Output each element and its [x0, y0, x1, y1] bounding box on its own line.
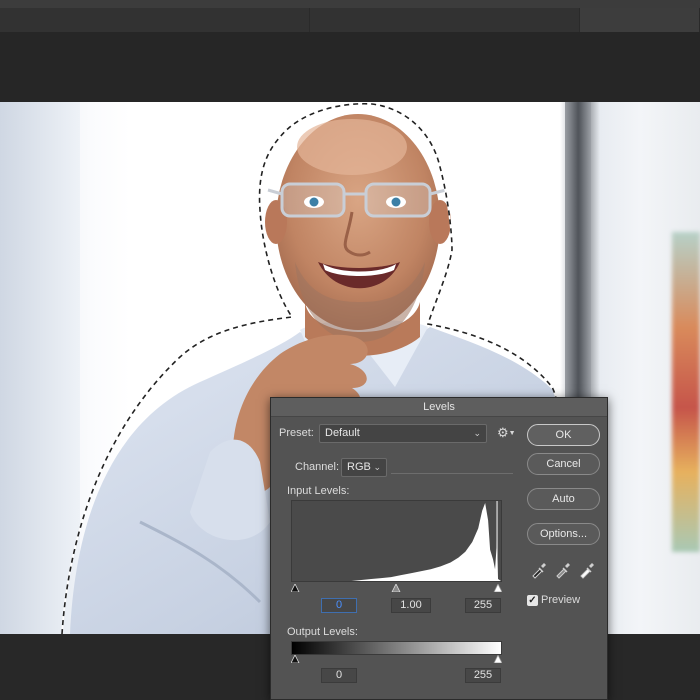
application-bar: [0, 0, 700, 8]
input-levels-slider[interactable]: [291, 584, 502, 592]
channel-label: Channel:: [295, 461, 340, 473]
channel-select[interactable]: RGB ⌄: [341, 458, 387, 477]
document-tab[interactable]: [0, 8, 310, 32]
input-levels-label: Input Levels:: [287, 485, 350, 497]
options-button[interactable]: Options...: [527, 523, 600, 545]
document-tab[interactable]: [310, 8, 580, 32]
preview-label: Preview: [541, 594, 581, 606]
ok-button[interactable]: OK: [527, 424, 600, 446]
cancel-button[interactable]: Cancel: [527, 453, 600, 475]
output-levels-slider[interactable]: [291, 655, 502, 663]
dialog-title: Levels: [271, 398, 607, 417]
output-white-field[interactable]: 255: [465, 668, 501, 683]
preview-checkbox[interactable]: ✓: [527, 595, 538, 606]
histogram: [291, 500, 502, 582]
input-black-slider-handle[interactable]: [291, 584, 300, 592]
output-black-slider-handle[interactable]: [291, 655, 300, 663]
preset-value: Default: [325, 427, 360, 439]
levels-dialog: Levels Preset: Default ⌄ ⚙▼ Channel: RGB…: [270, 397, 608, 700]
white-point-eyedropper-icon[interactable]: [578, 561, 596, 579]
auto-button[interactable]: Auto: [527, 488, 600, 510]
gear-icon[interactable]: ⚙▼: [497, 425, 516, 441]
output-white-slider-handle[interactable]: [493, 655, 502, 663]
chevron-down-icon: ⌄: [373, 462, 381, 472]
gray-point-eyedropper-icon[interactable]: [554, 561, 572, 579]
preset-label: Preset:: [279, 427, 314, 439]
output-gradient: [291, 641, 502, 655]
workspace-background: [0, 32, 700, 102]
input-gamma-field[interactable]: 1.00: [391, 598, 431, 613]
input-gamma-slider-handle[interactable]: [391, 584, 401, 592]
output-black-field[interactable]: 0: [321, 668, 357, 683]
black-point-eyedropper-icon[interactable]: [530, 561, 548, 579]
chevron-down-icon: ⌄: [473, 428, 481, 438]
preset-select[interactable]: Default ⌄: [319, 424, 487, 443]
divider: [391, 473, 513, 474]
input-white-field[interactable]: 255: [465, 598, 501, 613]
document-tab-strip: [0, 8, 700, 32]
panel-tab[interactable]: [580, 8, 700, 32]
input-white-slider-handle[interactable]: [493, 584, 502, 592]
channel-value: RGB: [347, 461, 371, 473]
output-levels-label: Output Levels:: [287, 626, 358, 638]
input-black-field[interactable]: 0: [321, 598, 357, 613]
